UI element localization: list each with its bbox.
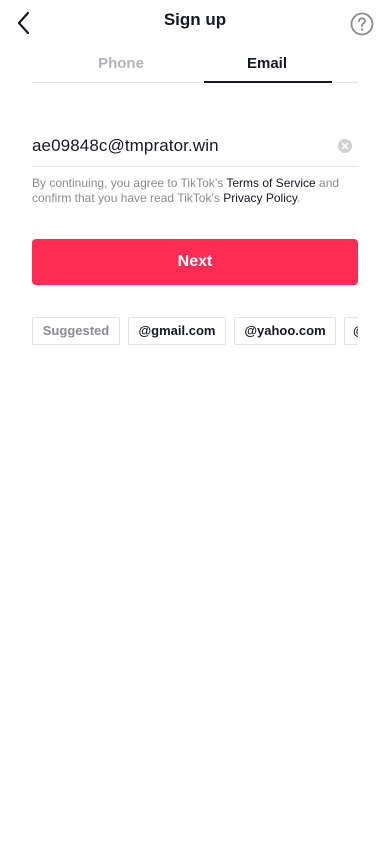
suggestion-yahoo[interactable]: @yahoo.com [234,317,336,345]
help-button[interactable] [350,12,374,36]
clear-input-button[interactable] [338,139,352,153]
email-field[interactable]: ae09848c@tmprator.win [32,128,358,167]
clear-icon [341,142,349,150]
suggested-label: Suggested [32,317,120,345]
signup-method-tabs: Phone Email [32,52,358,83]
active-tab-indicator [204,81,332,83]
email-domain-suggestions: Suggested @gmail.com @yahoo.com @ [32,317,358,345]
tab-email[interactable]: Email [204,52,330,82]
suggestion-more[interactable]: @ [344,317,358,345]
suggestion-gmail[interactable]: @gmail.com [128,317,226,345]
header: Sign up [0,0,390,44]
question-circle-icon [350,12,374,36]
terms-notice: By continuing, you agree to TikTok’s Ter… [32,176,358,206]
terms-prefix: By continuing, you agree to TikTok’s [32,176,227,190]
email-input-value[interactable]: ae09848c@tmprator.win [32,136,219,156]
terms-suffix: . [297,191,301,205]
terms-of-service-link[interactable]: Terms of Service [226,176,315,190]
page-title: Sign up [163,10,227,29]
privacy-policy-link[interactable]: Privacy Policy [223,191,297,205]
next-button[interactable]: Next [32,239,358,285]
signup-screen: Sign up Phone Email ae09848c@tmprator.wi… [0,0,390,864]
tab-phone[interactable]: Phone [58,52,184,82]
